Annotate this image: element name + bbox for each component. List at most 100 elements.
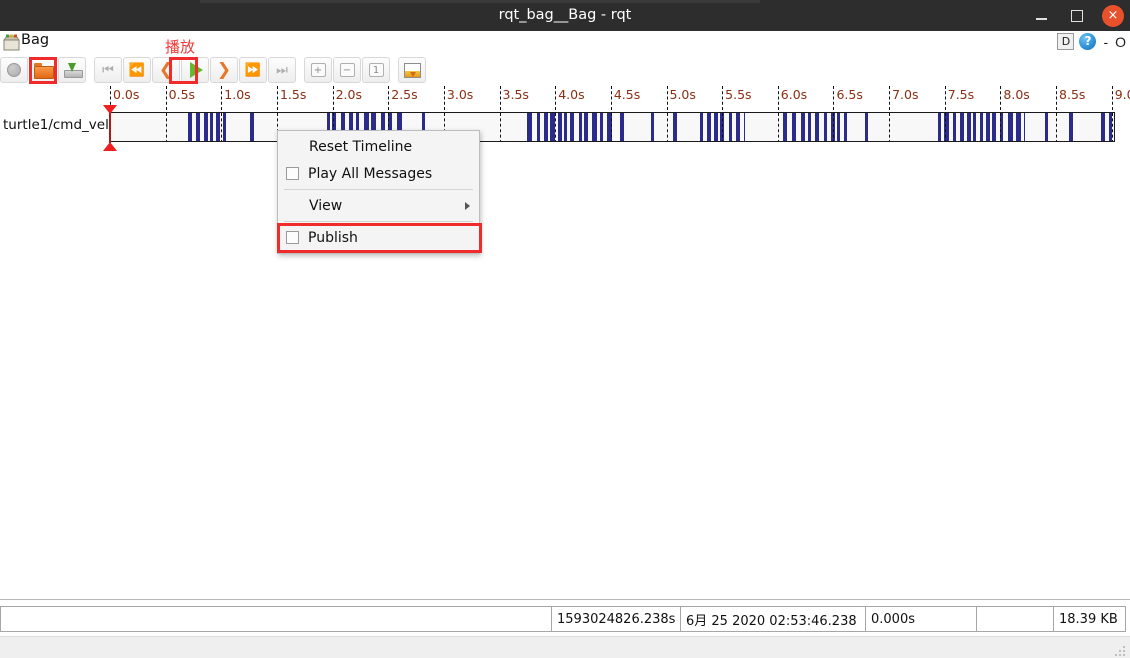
thumbnails-button[interactable] — [398, 57, 426, 83]
annotation-play: 播放 — [165, 38, 196, 56]
message-marker — [673, 113, 677, 141]
menu-item-publish[interactable]: Publish — [278, 224, 479, 251]
message-marker — [250, 113, 254, 141]
step-forward-icon: ❯ — [216, 59, 232, 80]
checkbox-publish[interactable] — [286, 231, 299, 244]
message-marker — [1024, 113, 1025, 141]
play-button[interactable] — [181, 57, 209, 83]
ruler-tick — [944, 86, 946, 110]
window-controls: × — [1030, 0, 1124, 31]
filesize-field: 18.39 KB — [1053, 606, 1126, 632]
resize-grip-icon[interactable] — [1115, 644, 1127, 656]
message-marker — [584, 113, 589, 141]
close-button[interactable]: × — [1102, 4, 1124, 27]
plugin-minimize-button[interactable]: - — [1101, 34, 1110, 50]
message-marker — [527, 113, 533, 141]
fast-forward-button[interactable]: ⏩ — [239, 57, 267, 83]
end-button[interactable]: ⏭ — [268, 57, 296, 83]
message-marker — [215, 113, 220, 141]
help-icon[interactable]: ? — [1079, 33, 1097, 50]
message-marker — [960, 113, 965, 141]
topic-label: turtle1/cmd_vel — [3, 117, 109, 133]
ruler-tick-label: 1.0s — [224, 87, 251, 102]
save-disk-icon — [63, 62, 83, 78]
ruler-tick-label: 5.5s — [725, 87, 752, 102]
track-gridline — [610, 113, 612, 141]
skip-to-start-icon: ⏮ — [102, 62, 114, 78]
zoom-in-button[interactable]: + — [304, 57, 332, 83]
ruler-tick — [666, 86, 668, 110]
menu-separator-2 — [284, 221, 473, 222]
timestamp-field: 1593024826.238s — [551, 606, 681, 632]
rewind-button[interactable]: ⏪ — [123, 57, 151, 83]
ruler-tick-label: 2.0s — [335, 87, 362, 102]
message-marker — [187, 113, 192, 141]
plugin-float-button[interactable]: O — [1115, 34, 1126, 50]
ruler-tick — [833, 86, 835, 110]
message-marker — [706, 113, 711, 141]
zoom-out-button[interactable]: − — [333, 57, 361, 83]
dock-button[interactable]: D — [1057, 33, 1075, 50]
step-forward-button[interactable]: ❯ — [210, 57, 238, 83]
ruler-tick-label: 4.0s — [558, 87, 585, 102]
playhead-bottom-marker[interactable] — [103, 142, 117, 151]
chevron-right-icon — [465, 201, 470, 210]
message-marker — [1044, 113, 1049, 141]
minimize-button[interactable] — [1030, 5, 1052, 27]
step-back-button[interactable]: ❮ — [152, 57, 180, 83]
open-folder-icon — [34, 63, 54, 79]
playhead-line[interactable] — [109, 111, 111, 143]
track-gridline — [165, 113, 167, 141]
message-marker — [864, 113, 868, 141]
ruler-tick-label: 8.5s — [1059, 87, 1086, 102]
rqt-bag-window: rqt_bag__Bag - rqt × Bag D ? - O ⏮ ⏪ ❮ ❯… — [0, 0, 1130, 658]
menu-item-reset-timeline[interactable]: Reset Timeline — [278, 133, 479, 160]
message-marker — [743, 113, 745, 141]
ruler-tick — [1056, 86, 1058, 110]
timeline-ruler[interactable]: 0.0s 0.5s 1.0s 1.5s 2.0s 2.5s 3.0s 3.5s 4.0s 4.5s… — [0, 85, 1130, 112]
maximize-button[interactable] — [1066, 5, 1088, 27]
ruler-tick — [221, 86, 223, 110]
window-titlebar: rqt_bag__Bag - rqt × — [0, 0, 1130, 31]
save-bag-button[interactable] — [58, 57, 86, 83]
ruler-tick-label: 2.5s — [391, 87, 418, 102]
track-gridline — [666, 113, 668, 141]
track-gridline — [889, 113, 891, 141]
track-gridline — [1111, 113, 1113, 141]
message-marker — [801, 113, 806, 141]
menu-item-play-all-messages[interactable]: Play All Messages — [278, 160, 479, 187]
message-marker — [592, 113, 598, 141]
datetime-field: 6月 25 2020 02:53:46.238 — [680, 606, 866, 632]
ruler-tick — [388, 86, 390, 110]
message-marker — [973, 113, 977, 141]
status-bar — [0, 636, 1130, 658]
plugin-header-controls: D ? - O — [1057, 33, 1126, 50]
status-message-field[interactable] — [0, 606, 552, 632]
open-bag-button[interactable] — [29, 57, 57, 83]
ruler-tick-label: 0.5s — [168, 87, 196, 102]
track-gridline — [1056, 113, 1058, 141]
message-marker — [570, 113, 575, 141]
blank-field — [976, 606, 1054, 632]
record-button[interactable] — [0, 57, 28, 83]
track-gridline — [221, 113, 223, 141]
ruler-tick — [276, 86, 278, 110]
message-marker — [735, 113, 740, 141]
ruler-tick — [1111, 86, 1113, 110]
begin-button[interactable]: ⏮ — [94, 57, 122, 83]
zoom-reset-button[interactable]: 1 — [362, 57, 390, 83]
message-marker — [619, 113, 625, 141]
timeline-panel[interactable]: 0.0s 0.5s 1.0s 1.5s 2.0s 2.5s 3.0s 3.5s 4.0s 4.5s… — [0, 85, 1130, 600]
checkbox-play-all-messages[interactable] — [286, 167, 299, 180]
message-marker — [713, 113, 718, 141]
bottom-bar: 1593024826.238s 6月 25 2020 02:53:46.238 … — [0, 601, 1130, 658]
topic-track[interactable] — [110, 112, 1115, 142]
timeline-context-menu[interactable]: Reset Timeline Play All Messages View Pu… — [277, 130, 482, 254]
record-circle-icon — [7, 63, 21, 77]
skip-to-end-icon: ⏭ — [276, 62, 288, 78]
zoom-out-icon: − — [339, 63, 355, 77]
message-marker — [953, 113, 957, 141]
playhead-top-marker[interactable] — [103, 105, 117, 114]
menu-item-view[interactable]: View — [278, 192, 479, 219]
bottom-fields-row: 1593024826.238s 6月 25 2020 02:53:46.238 … — [0, 606, 1130, 632]
